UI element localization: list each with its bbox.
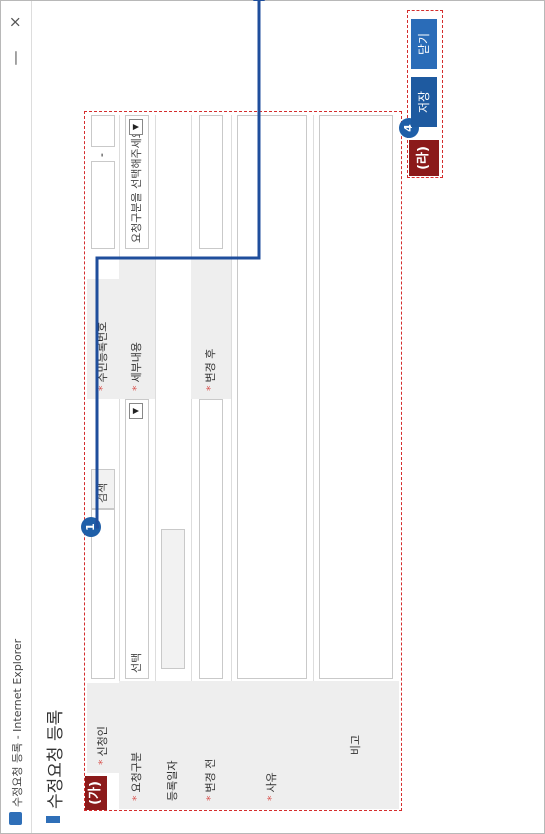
chevron-down-icon: ▼	[129, 119, 143, 135]
reg-date-field	[161, 529, 185, 669]
detail-select[interactable]: 요청구분을 선택해주세요. ▼	[125, 115, 149, 249]
before-label: *변경 전	[191, 681, 231, 809]
header-bar-icon	[46, 816, 60, 823]
resident-separator: -	[95, 153, 108, 157]
page-title: 수정요청 등록	[46, 709, 66, 809]
window-titlebar: 수정요청 등록 - Internet Explorer — ×	[1, 1, 32, 833]
after-input[interactable]	[199, 115, 223, 249]
step-marker-1: 1	[81, 517, 101, 537]
arrowhead-icon	[253, 0, 265, 1]
req-type-select[interactable]: 선택 ▼	[125, 399, 149, 679]
popup-window: 수정요청 등록 - Internet Explorer — × 수정요청 등록 …	[0, 0, 545, 834]
minimize-button[interactable]: —	[4, 43, 26, 73]
req-type-label: *요청구분	[119, 681, 155, 809]
reason-textarea[interactable]	[237, 115, 307, 679]
detail-label: *세부내용	[119, 259, 155, 399]
reg-date-label: 등록일자	[155, 681, 191, 809]
remark-textarea[interactable]	[319, 115, 393, 679]
annotation-tag-ra: (라)	[409, 140, 439, 176]
form-row-change: *변경 전 *변경 후	[191, 115, 232, 809]
resident-label: *주민등록번호	[87, 279, 119, 399]
save-button[interactable]: 저장	[411, 77, 437, 127]
form-row-reason: *사유	[231, 115, 314, 809]
form-row-request-type: *요청구분 선택 ▼ *세부내용 요청구분을 선택해주세요. ▼	[119, 115, 156, 809]
form-row-remark: 비고	[313, 115, 399, 809]
resident-back-input[interactable]	[91, 115, 115, 147]
resident-front-input[interactable]	[91, 161, 115, 249]
form-row-reg-date: 등록일자	[155, 115, 192, 809]
ie-icon	[9, 812, 22, 825]
screenshot-canvas: 수정요청 등록 - Internet Explorer — × 수정요청 등록 …	[0, 0, 545, 834]
after-label: *변경 후	[191, 259, 231, 399]
search-button[interactable]: 검색	[91, 469, 115, 509]
close-button[interactable]: 닫기	[411, 19, 437, 69]
chevron-down-icon: ▼	[129, 403, 143, 419]
form-row-applicant: *신청인 검색 *주민등록번호 -	[87, 115, 120, 809]
window-title: 수정요청 등록 - Internet Explorer	[11, 638, 24, 807]
reason-label: *사유	[231, 681, 313, 809]
applicant-label: *신청인	[87, 683, 119, 773]
remark-label: 비고	[313, 681, 399, 809]
close-window-button[interactable]: ×	[4, 7, 26, 37]
before-input[interactable]	[199, 399, 223, 679]
